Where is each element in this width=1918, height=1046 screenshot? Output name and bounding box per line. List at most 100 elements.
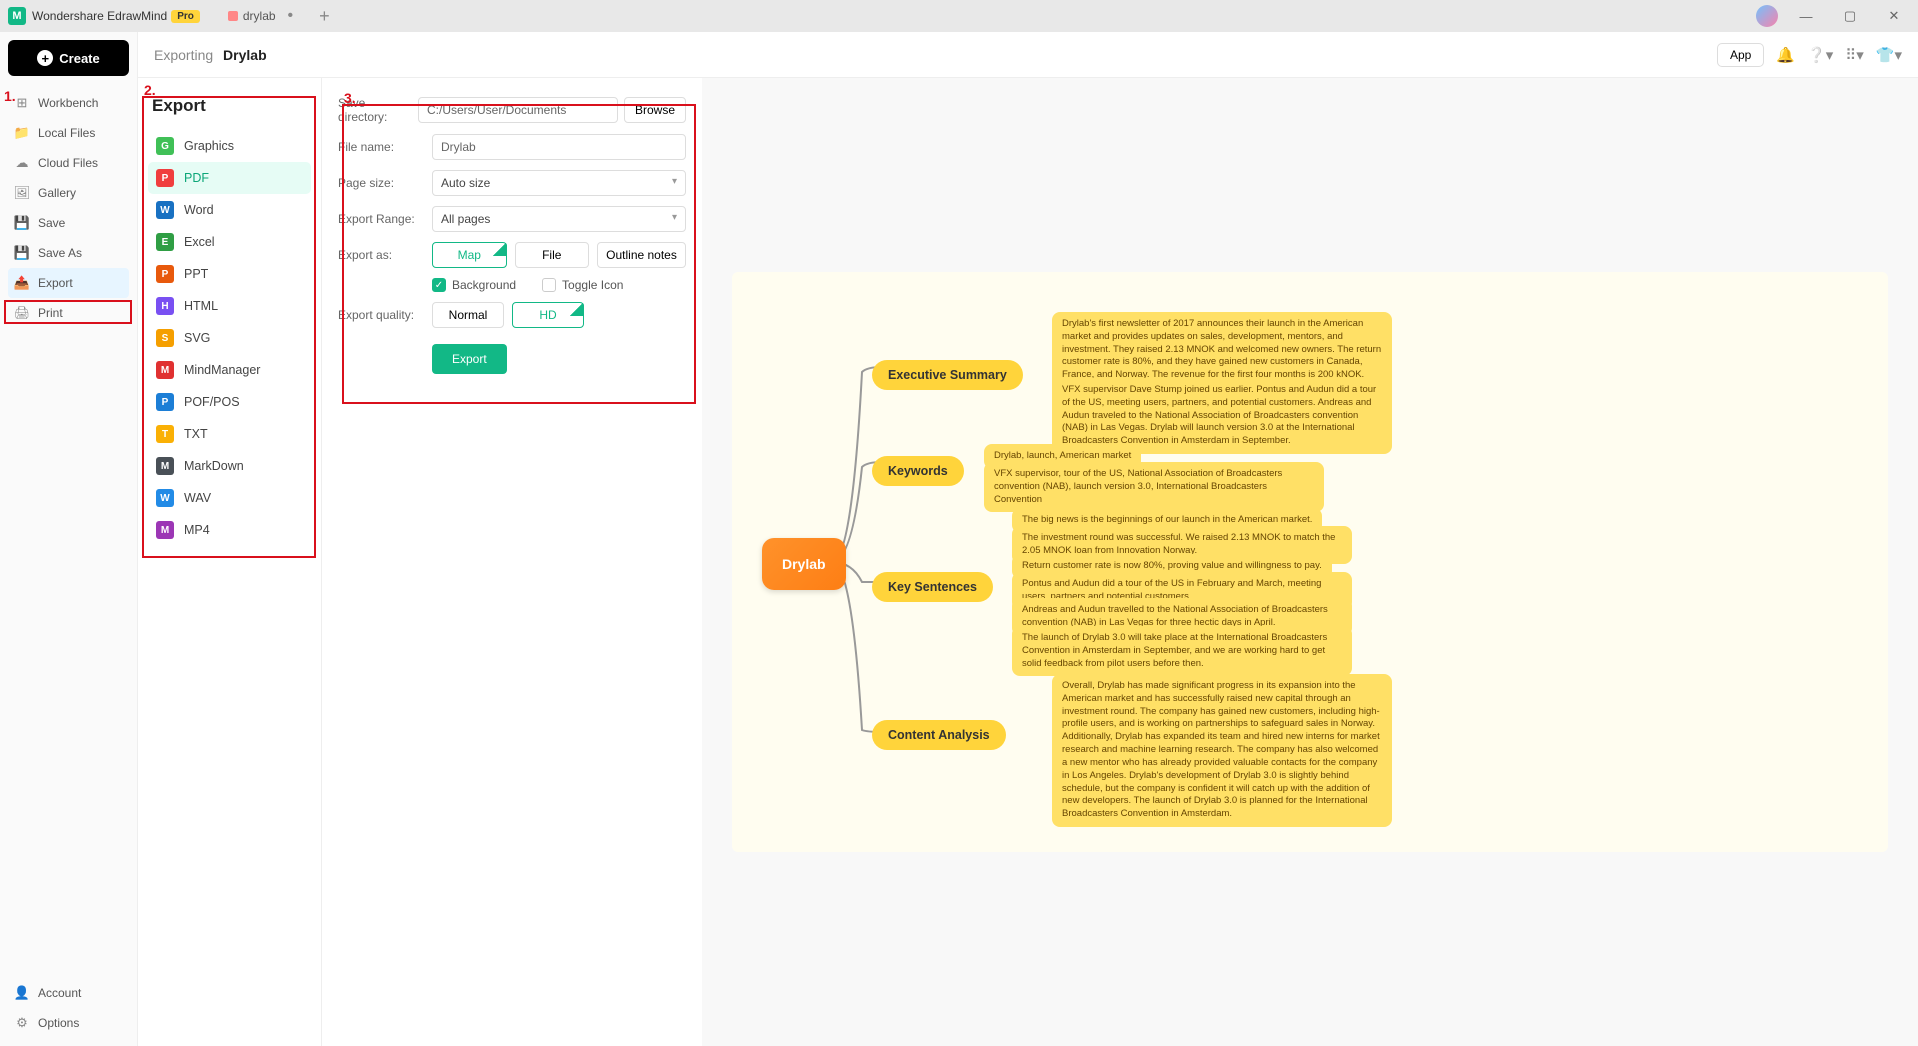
mindmap-leaf: VFX supervisor Dave Stump joined us earl… <box>1052 378 1392 454</box>
format-ppt[interactable]: PPPT <box>148 258 311 290</box>
sidebar-item-gallery[interactable]: 🖼Gallery <box>8 178 129 208</box>
sidebar-item-export[interactable]: 📤Export <box>8 268 129 298</box>
range-select[interactable]: All pages <box>432 206 686 232</box>
export-as-map[interactable]: Map <box>432 242 507 268</box>
toggle-icon-checkbox[interactable] <box>542 278 556 292</box>
file-name-label: File name: <box>338 140 432 154</box>
file-type-icon: P <box>156 169 174 187</box>
format-txt[interactable]: TTXT <box>148 418 311 450</box>
mindmap-leaf: Overall, Drylab has made significant pro… <box>1052 674 1392 827</box>
background-checkbox[interactable]: ✓ <box>432 278 446 292</box>
image-icon: 🖼 <box>14 185 30 201</box>
sidebar-item-print[interactable]: 🖨Print <box>8 298 129 328</box>
save-icon: 💾 <box>14 215 30 231</box>
bell-icon[interactable]: 🔔 <box>1776 46 1795 64</box>
topbar: Exporting Drylab App 🔔 ❔▾ ⠿▾ 👕▾ <box>138 32 1918 78</box>
file-type-icon: G <box>156 137 174 155</box>
cloud-icon: ☁ <box>14 155 30 171</box>
sidebar-item-options[interactable]: ⚙Options <box>8 1008 129 1038</box>
format-graphics[interactable]: GGraphics <box>148 130 311 162</box>
format-pofpos[interactable]: PPOF/POS <box>148 386 311 418</box>
tab-label: drylab <box>243 9 276 23</box>
apps-icon[interactable]: ⠿▾ <box>1845 46 1864 64</box>
sidebar-item-cloud-files[interactable]: ☁Cloud Files <box>8 148 129 178</box>
format-wav[interactable]: WWAV <box>148 482 311 514</box>
export-as-file[interactable]: File <box>515 242 590 268</box>
browse-button[interactable]: Browse <box>624 97 686 123</box>
export-button[interactable]: Export <box>432 344 507 374</box>
mindmap-root: Drylab <box>762 538 846 590</box>
sidebar-item-account[interactable]: 👤Account <box>8 978 129 1008</box>
plus-icon: + <box>37 50 53 66</box>
file-type-icon: W <box>156 489 174 507</box>
mindmap-branch: Key Sentences <box>872 572 993 602</box>
range-label: Export Range: <box>338 212 432 226</box>
file-type-icon: M <box>156 361 174 379</box>
format-pdf[interactable]: PPDF <box>148 162 311 194</box>
export-as-label: Export as: <box>338 248 432 262</box>
export-icon: 📤 <box>14 275 30 291</box>
format-markdown[interactable]: MMarkDown <box>148 450 311 482</box>
breadcrumb-section: Exporting <box>154 47 213 63</box>
export-title: Export <box>148 96 311 116</box>
page-size-select[interactable]: Auto size <box>432 170 686 196</box>
avatar[interactable] <box>1756 5 1778 27</box>
quality-hd[interactable]: HD <box>512 302 584 328</box>
tab-drylab[interactable]: drylab • <box>218 3 303 29</box>
format-mindmanager[interactable]: MMindManager <box>148 354 311 386</box>
export-form: Save directory: Browse File name: Page s… <box>322 78 702 1046</box>
create-label: Create <box>59 51 99 66</box>
folder-icon: 📁 <box>14 125 30 141</box>
doc-icon <box>228 11 238 21</box>
format-svg[interactable]: SSVG <box>148 322 311 354</box>
print-icon: 🖨 <box>14 305 30 321</box>
save-as-icon: 💾 <box>14 245 30 261</box>
sidebar-item-local-files[interactable]: 📁Local Files <box>8 118 129 148</box>
format-word[interactable]: WWord <box>148 194 311 226</box>
shirt-icon[interactable]: 👕▾ <box>1876 46 1902 64</box>
file-type-icon: W <box>156 201 174 219</box>
format-html[interactable]: HHTML <box>148 290 311 322</box>
file-type-icon: M <box>156 457 174 475</box>
app-button[interactable]: App <box>1717 43 1764 67</box>
file-type-icon: H <box>156 297 174 315</box>
quality-normal[interactable]: Normal <box>432 302 504 328</box>
help-icon[interactable]: ❔▾ <box>1807 46 1833 64</box>
sidebar-item-save[interactable]: 💾Save <box>8 208 129 238</box>
mindmap-branch: Executive Summary <box>872 360 1023 390</box>
app-name: Wondershare EdrawMind <box>32 9 167 23</box>
file-type-icon: P <box>156 265 174 283</box>
app-logo-icon: M <box>8 7 26 25</box>
create-button[interactable]: + Create <box>8 40 129 76</box>
file-name-input[interactable] <box>432 134 686 160</box>
sidebar: + Create ⊞Workbench 📁Local Files ☁Cloud … <box>0 32 138 1046</box>
sidebar-item-save-as[interactable]: 💾Save As <box>8 238 129 268</box>
file-type-icon: S <box>156 329 174 347</box>
sidebar-item-workbench[interactable]: ⊞Workbench <box>8 88 129 118</box>
tab-dirty-icon: • <box>288 7 294 25</box>
mindmap-branch: Content Analysis <box>872 720 1006 750</box>
annotation-1: 1. <box>4 88 16 104</box>
mindmap-leaf: VFX supervisor, tour of the US, National… <box>984 462 1324 512</box>
titlebar: M Wondershare EdrawMind Pro drylab • + —… <box>0 0 1918 32</box>
breadcrumb: Exporting Drylab <box>154 47 267 63</box>
mindmap-leaf: The launch of Drylab 3.0 will take place… <box>1012 626 1352 676</box>
add-tab-button[interactable]: + <box>319 6 330 27</box>
format-excel[interactable]: EExcel <box>148 226 311 258</box>
file-type-icon: M <box>156 521 174 539</box>
maximize-button[interactable]: ▢ <box>1834 4 1866 28</box>
mindmap-canvas: Drylab Executive SummaryKeywordsKey Sent… <box>732 272 1888 852</box>
preview-pane: Drylab Executive SummaryKeywordsKey Sent… <box>702 78 1918 1046</box>
save-dir-input[interactable] <box>418 97 618 123</box>
format-mp4[interactable]: MMP4 <box>148 514 311 546</box>
export-as-outline[interactable]: Outline notes <box>597 242 686 268</box>
file-type-icon: P <box>156 393 174 411</box>
toggle-icon-label: Toggle Icon <box>562 278 623 292</box>
annotation-3: 3. <box>344 90 356 106</box>
pro-badge: Pro <box>171 10 200 23</box>
minimize-button[interactable]: — <box>1790 4 1822 28</box>
grid-icon: ⊞ <box>14 95 30 111</box>
gear-icon: ⚙ <box>14 1015 30 1031</box>
file-type-icon: T <box>156 425 174 443</box>
close-button[interactable]: ✕ <box>1878 4 1910 28</box>
